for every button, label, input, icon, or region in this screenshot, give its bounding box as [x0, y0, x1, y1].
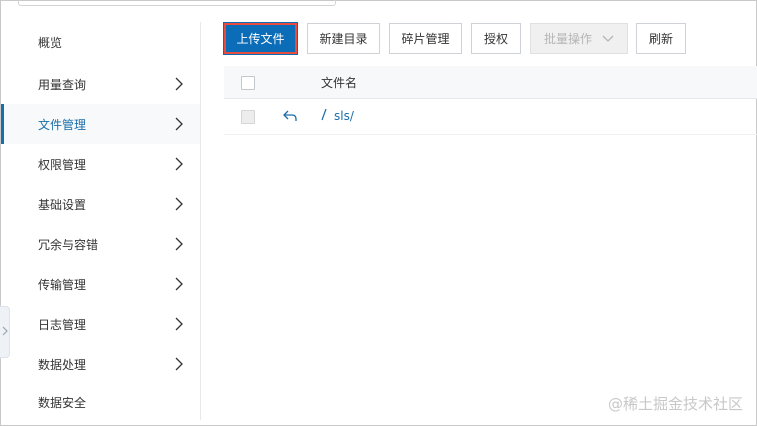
sidebar-item-usage[interactable]: 用量查询	[1, 64, 200, 104]
sidebar-item-data-processing[interactable]: 数据处理	[1, 344, 200, 384]
sidebar-item-label: 日志管理	[38, 317, 87, 332]
row-checkbox[interactable]	[241, 110, 255, 124]
batch-operations-dropdown[interactable]: 批量操作	[530, 23, 628, 54]
sidebar-item-file-management[interactable]: 文件管理	[1, 104, 200, 144]
folder-link[interactable]: sls/	[320, 108, 354, 124]
chevron-right-icon	[172, 237, 186, 251]
sidebar-item-label: 传输管理	[38, 277, 87, 292]
chevron-right-icon	[172, 277, 186, 291]
chevron-right-icon	[172, 357, 186, 371]
upload-file-button[interactable]: 上传文件	[223, 22, 298, 55]
sidebar-item-data-security[interactable]: 数据安全	[1, 382, 200, 422]
chevron-right-icon	[172, 77, 186, 91]
sidebar-item-label: 基础设置	[38, 197, 87, 212]
sidebar-item-overview[interactable]: 概览	[1, 22, 200, 62]
sidebar-item-logs[interactable]: 日志管理	[1, 304, 200, 344]
refresh-button[interactable]: 刷新	[636, 23, 686, 54]
chevron-right-icon	[172, 157, 186, 171]
fragment-management-button[interactable]: 碎片管理	[389, 23, 462, 54]
sidebar-item-basic-settings[interactable]: 基础设置	[1, 184, 200, 224]
sidebar-item-label: 概览	[38, 35, 63, 50]
batch-operations-label: 批量操作	[543, 32, 592, 46]
table-row[interactable]: sls/	[224, 99, 757, 135]
new-directory-button[interactable]: 新建目录	[307, 23, 380, 54]
sidebar-item-label: 权限管理	[38, 157, 87, 172]
sidebar-collapse-handle[interactable]	[0, 306, 10, 358]
folder-name: sls/	[334, 109, 354, 123]
chevron-right-icon	[172, 197, 186, 211]
sidebar-item-label: 数据安全	[38, 395, 87, 410]
chevron-down-icon	[602, 32, 614, 46]
sidebar-item-label: 数据处理	[38, 357, 87, 372]
authorize-button[interactable]: 授权	[471, 23, 521, 54]
chevron-right-icon	[2, 325, 8, 339]
chevron-right-icon	[172, 317, 186, 331]
sidebar: 概览 用量查询 文件管理 权限管理 基础设置 冗余与容错 传输管理 日志管理 数…	[1, 22, 201, 420]
sidebar-item-label: 文件管理	[38, 117, 87, 132]
select-all-checkbox[interactable]	[241, 76, 255, 90]
column-header-filename: 文件名	[321, 76, 358, 90]
sidebar-item-redundancy[interactable]: 冗余与容错	[1, 224, 200, 264]
folder-slash-icon	[320, 108, 328, 124]
chevron-right-icon	[172, 117, 186, 131]
file-table-header: 文件名	[224, 66, 757, 99]
sidebar-item-label: 用量查询	[38, 77, 87, 92]
sidebar-item-permissions[interactable]: 权限管理	[1, 144, 200, 184]
back-arrow-icon[interactable]	[282, 109, 298, 126]
sidebar-item-transfer[interactable]: 传输管理	[1, 264, 200, 304]
top-search-strip	[18, 0, 336, 6]
sidebar-item-label: 冗余与容错	[38, 237, 99, 252]
watermark: @稀土掘金技术社区	[607, 395, 743, 413]
